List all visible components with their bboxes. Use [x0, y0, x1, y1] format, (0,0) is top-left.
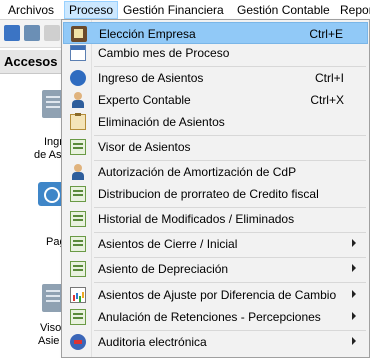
- menu-archivos-label: Archivos: [8, 3, 55, 17]
- menu-separator: [94, 282, 366, 283]
- menu-item-shortcut: Ctrl+X: [310, 93, 344, 107]
- menu-item-visor-asientos[interactable]: Visor de Asientos: [63, 136, 368, 158]
- menu-gestion-financiera-label: Gestión Financiera: [123, 3, 224, 17]
- menu-item-label: Visor de Asientos: [98, 140, 191, 154]
- submenu-arrow-icon: [352, 312, 356, 320]
- menu-item-label: Anulación de Retenciones - Percepciones: [98, 310, 321, 324]
- screen-icon: [70, 261, 86, 277]
- menu-item-historial-modificados[interactable]: Historial de Modificados / Eliminados: [63, 208, 368, 230]
- submenu-arrow-icon: [352, 239, 356, 247]
- expert-icon: [70, 92, 86, 108]
- shortcut-label: Asie: [38, 335, 60, 347]
- building-icon[interactable]: [24, 25, 40, 41]
- menu-item-distribucion-prorrateo[interactable]: Distribucion de prorrateo de Credito fis…: [63, 183, 368, 205]
- audit-icon: [70, 334, 86, 350]
- menu-item-cambio-mes[interactable]: Cambio mes de Proceso: [63, 42, 368, 64]
- menu-item-asientos-cierre[interactable]: Asientos de Cierre / Inicial: [63, 233, 368, 255]
- menu-item-label: Eliminación de Asientos: [98, 115, 225, 129]
- accesos-panel: Ingr de As Pag Viso Asie: [0, 74, 70, 358]
- person-icon: [70, 164, 86, 180]
- clipboard-icon: [70, 113, 86, 130]
- screen-icon: [70, 186, 86, 202]
- submenu-arrow-icon: [352, 337, 356, 345]
- menu-item-anulacion-retenciones[interactable]: Anulación de Retenciones - Percepciones: [63, 306, 368, 328]
- screen-icon: [70, 309, 86, 325]
- submenu-arrow-icon: [352, 264, 356, 272]
- menu-item-experto-contable[interactable]: Experto Contable Ctrl+X: [63, 89, 368, 111]
- shortcut-visor-asientos[interactable]: Viso Asie: [0, 274, 70, 358]
- menu-item-label: Experto Contable: [98, 93, 191, 107]
- menu-item-eleccion-empresa[interactable]: Elección Empresa Ctrl+E: [63, 22, 368, 44]
- shortcut-pagos[interactable]: Pag: [0, 178, 70, 258]
- menu-item-shortcut: Ctrl+I: [314, 71, 344, 85]
- menu-item-shortcut: Ctrl+E: [309, 27, 343, 41]
- shortcut-label: de As: [34, 149, 62, 161]
- menu-item-ingreso-asientos[interactable]: Ingreso de Asientos Ctrl+I: [63, 67, 368, 89]
- menu-item-label: Auditoria electrónica: [98, 335, 207, 349]
- menu-proceso[interactable]: Proceso: [64, 1, 119, 19]
- menu-reportes[interactable]: Repor: [336, 2, 370, 18]
- accesos-header: Accesos: [0, 50, 70, 74]
- calendar-icon: [70, 45, 86, 61]
- menu-gestion-contable[interactable]: Gestión Contable: [233, 2, 334, 18]
- menu-item-label: Autorización de Amortización de CdP: [98, 165, 297, 179]
- chart-icon: [70, 287, 86, 303]
- globe-icon: [70, 70, 86, 86]
- proceso-dropdown: Elección Empresa Ctrl+E Cambio mes de Pr…: [61, 19, 370, 358]
- menu-item-asiento-depreciacion[interactable]: Asiento de Depreciación: [63, 258, 368, 280]
- menu-gestion-contable-label: Gestión Contable: [237, 3, 330, 17]
- menu-item-autorizacion-amortizacion[interactable]: Autorización de Amortización de CdP: [63, 161, 368, 183]
- screen-icon: [70, 211, 86, 227]
- book-icon: [71, 26, 87, 42]
- menu-archivos[interactable]: Archivos: [4, 2, 58, 18]
- menu-item-label: Ingreso de Asientos: [98, 71, 204, 85]
- menu-bar: Archivos Proceso Gestión Financiera Gest…: [0, 0, 370, 20]
- menu-item-eliminacion-asientos[interactable]: Eliminación de Asientos: [63, 111, 368, 133]
- shortcut-label: Viso: [40, 322, 62, 334]
- screen-icon: [70, 236, 86, 252]
- toolbar-icon[interactable]: [44, 25, 60, 41]
- users-icon[interactable]: [4, 25, 20, 41]
- submenu-arrow-icon: [352, 290, 356, 298]
- menu-item-label: Historial de Modificados / Eliminados: [98, 212, 295, 226]
- menu-item-label: Elección Empresa: [99, 27, 196, 41]
- menu-item-label: Cambio mes de Proceso: [98, 46, 230, 60]
- shortcut-ingreso-asientos[interactable]: Ingr de As: [0, 86, 70, 186]
- screen-icon: [70, 139, 86, 155]
- menu-item-label: Asiento de Depreciación: [98, 262, 229, 276]
- menu-item-label: Distribucion de prorrateo de Credito fis…: [98, 187, 319, 201]
- menu-proceso-label: Proceso: [69, 3, 114, 17]
- menu-item-auditoria-electronica[interactable]: Auditoria electrónica: [63, 331, 368, 353]
- menu-reportes-label: Repor: [340, 3, 370, 17]
- accesos-title: Accesos: [4, 54, 58, 69]
- menu-gestion-financiera[interactable]: Gestión Financiera: [119, 2, 228, 18]
- menu-item-label: Asientos de Ajuste por Diferencia de Cam…: [98, 288, 337, 302]
- menu-item-label: Asientos de Cierre / Inicial: [98, 237, 238, 251]
- menu-item-ajuste-diferencia-cambio[interactable]: Asientos de Ajuste por Diferencia de Cam…: [63, 284, 368, 306]
